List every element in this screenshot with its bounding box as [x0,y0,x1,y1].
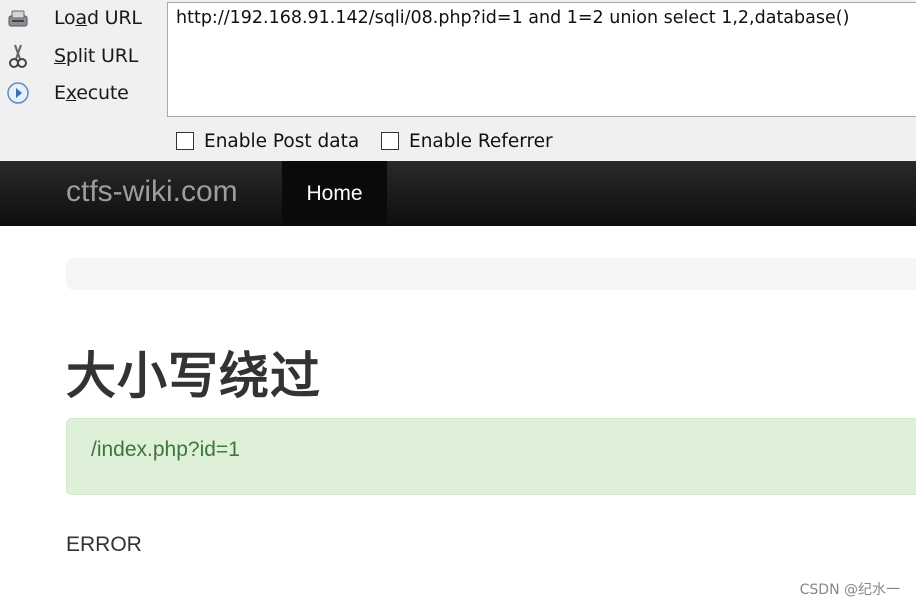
scissors-icon [4,42,32,70]
enable-post-data-checkbox[interactable]: Enable Post data [176,129,359,153]
split-url-button[interactable]: Split URL [4,41,164,71]
browser-page: Load URL Split URL Execute http://192.16… [0,0,916,605]
checkbox-box[interactable] [381,132,399,150]
checkbox-label: Enable Referrer [409,130,553,152]
split-url-label: Split URL [54,45,139,67]
load-url-icon [4,4,32,32]
error-text: ERROR [66,533,142,556]
brand-link[interactable]: ctfs-wiki.com [66,175,238,209]
alert-text: /index.php?id=1 [91,438,240,461]
url-textarea[interactable]: http://192.168.91.142/sqli/08.php?id=1 a… [167,2,916,117]
site-navbar: ctfs-wiki.com Home [0,161,916,226]
nav-home-link[interactable]: Home [282,161,387,226]
load-url-button[interactable]: Load URL [4,3,164,33]
execute-button[interactable]: Execute [4,78,164,108]
execute-label: Execute [54,82,129,104]
hackbar-toolbar: Load URL Split URL Execute http://192.16… [0,0,916,161]
load-url-label: Load URL [54,7,142,29]
checkbox-box[interactable] [176,132,194,150]
success-alert: /index.php?id=1 [66,418,916,495]
enable-referrer-checkbox[interactable]: Enable Referrer [381,129,553,153]
watermark: CSDN @纪水一 [799,582,900,598]
play-icon [4,79,32,107]
checkbox-label: Enable Post data [204,130,360,152]
breadcrumb [66,258,916,290]
page-title: 大小写绕过 [66,347,321,405]
